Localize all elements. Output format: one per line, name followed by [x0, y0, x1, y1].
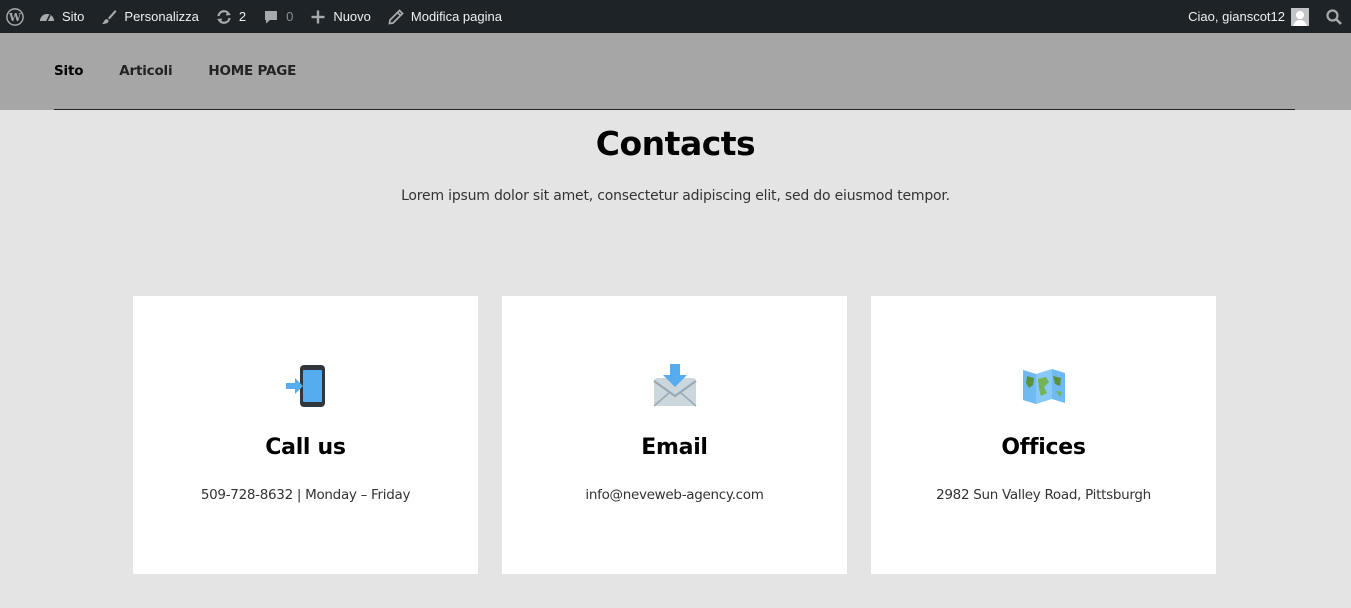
edit-page-menu[interactable]: Modifica pagina — [379, 0, 510, 33]
card-text: info@neveweb-agency.com — [585, 487, 764, 503]
card-title: Email — [641, 435, 708, 460]
customize-menu[interactable]: Personalizza — [92, 0, 206, 33]
contact-card-email: Email info@neveweb-agency.com — [502, 296, 847, 574]
updates-icon — [215, 8, 233, 26]
updates-count: 2 — [238, 9, 247, 24]
contact-card-offices: Offices 2982 Sun Valley Road, Pittsburgh — [871, 296, 1216, 574]
avatar — [1291, 7, 1309, 26]
page-title: Contacts — [595, 124, 756, 163]
customize-menu-label: Personalizza — [124, 9, 199, 24]
my-account-menu[interactable]: Ciao, gianscot12 — [1180, 0, 1317, 33]
admin-bar: W Sito Personalizza 2 0 Nuovo Modifica p… — [0, 0, 1351, 33]
updates-menu[interactable]: 2 — [207, 0, 254, 33]
comments-count: 0 — [286, 9, 294, 24]
new-content-label: Nuovo — [333, 9, 371, 24]
pencil-icon — [387, 8, 405, 26]
plus-icon — [309, 8, 327, 26]
search-icon — [1325, 8, 1343, 26]
dashboard-icon — [38, 8, 56, 26]
envelope-arrow-icon — [502, 362, 847, 410]
paintbrush-icon — [100, 8, 118, 26]
greeting-text: Ciao, gianscot12 — [1188, 9, 1285, 24]
mobile-phone-arrow-icon — [133, 362, 478, 410]
header-divider — [54, 109, 1295, 110]
site-menu[interactable]: Sito — [30, 0, 92, 33]
primary-nav: Sito Articoli HOME PAGE — [54, 33, 332, 109]
page-subtitle: Lorem ipsum dolor sit amet, consectetur … — [401, 188, 950, 204]
admin-bar-right: Ciao, gianscot12 — [1180, 0, 1351, 33]
card-title: Offices — [1001, 435, 1086, 460]
world-map-icon — [871, 362, 1216, 410]
site-menu-label: Sito — [62, 9, 85, 24]
card-text: 509-728-8632 | Monday – Friday — [200, 487, 411, 503]
wordpress-logo-icon: W — [6, 7, 24, 26]
search-button[interactable] — [1317, 0, 1351, 33]
wordpress-menu[interactable]: W — [0, 0, 30, 33]
admin-bar-left: W Sito Personalizza 2 0 Nuovo Modifica p… — [0, 0, 510, 33]
nav-item-home-page[interactable]: HOME PAGE — [208, 63, 296, 79]
comment-icon — [262, 8, 280, 26]
new-content-menu[interactable]: Nuovo — [301, 0, 379, 33]
svg-text:W: W — [8, 11, 22, 24]
card-title: Call us — [265, 435, 346, 460]
nav-item-sito[interactable]: Sito — [54, 63, 83, 79]
comments-menu[interactable]: 0 — [254, 0, 301, 33]
contact-card-call: Call us 509-728-8632 | Monday – Friday — [133, 296, 478, 574]
card-text: 2982 Sun Valley Road, Pittsburgh — [936, 487, 1151, 503]
site-header: Sito Articoli HOME PAGE — [0, 33, 1351, 110]
edit-page-label: Modifica pagina — [410, 9, 502, 24]
nav-item-articoli[interactable]: Articoli — [119, 63, 172, 79]
